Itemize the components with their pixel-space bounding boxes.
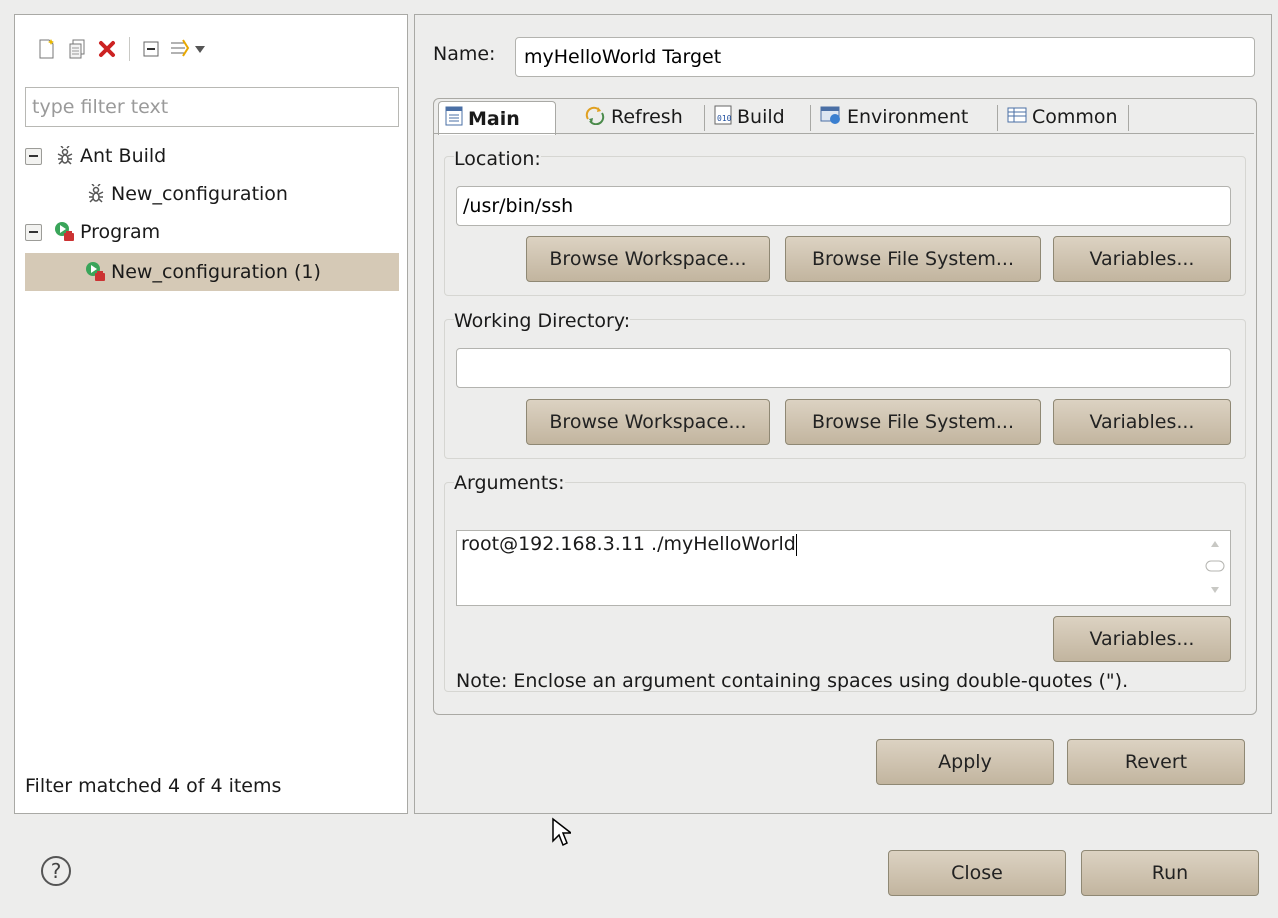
tree-node-ant-new-configuration[interactable]: New_configuration [25,175,399,213]
tree-node-program[interactable]: Program [25,213,399,251]
build-icon: 010 [714,105,732,130]
apply-button[interactable]: Apply [876,739,1054,785]
toolbar-separator [129,37,130,61]
new-configuration-icon[interactable] [35,37,59,61]
location-variables-button[interactable]: Variables... [1053,236,1231,282]
working-directory-input[interactable] [456,348,1231,388]
tree-label: New_configuration (1) [111,261,321,283]
location-browse-workspace-button[interactable]: Browse Workspace... [526,236,770,282]
working-directory-browse-workspace-button[interactable]: Browse Workspace... [526,399,770,445]
tab-folder: Main Refresh 010 Build Environment Commo… [433,98,1257,715]
configuration-list-panel: Ant Build New_configuration Program New_… [14,14,408,814]
location-input[interactable] [456,186,1231,226]
svg-text:010: 010 [717,114,732,123]
name-label: Name: [433,43,496,65]
tab-environment[interactable]: Environment [814,101,974,133]
filter-icon[interactable] [169,37,193,61]
filter-status-text: Filter matched 4 of 4 items [25,775,282,797]
arguments-text: root@192.168.3.11 ./myHelloWorld [461,533,796,555]
text-cursor [795,533,797,556]
program-icon [83,260,109,284]
main-tab-icon [445,106,463,131]
working-directory-browse-file-system-button[interactable]: Browse File System... [785,399,1041,445]
delete-icon[interactable] [95,37,119,61]
tab-build[interactable]: 010 Build [708,101,791,133]
tab-separator [704,105,705,131]
location-browse-file-system-button[interactable]: Browse File System... [785,236,1041,282]
collapse-toggle[interactable] [25,223,42,241]
tree-node-ant-build[interactable]: Ant Build [25,137,399,175]
arguments-textarea[interactable]: root@192.168.3.11 ./myHelloWorld [456,530,1231,606]
tab-refresh[interactable]: Refresh [578,101,689,133]
tree-node-program-new-configuration-1[interactable]: New_configuration (1) [25,253,399,291]
ant-icon [83,182,109,206]
tab-separator [810,105,811,131]
arguments-note: Note: Enclose an argument containing spa… [456,670,1129,692]
working-directory-variables-button[interactable]: Variables... [1053,399,1231,445]
tab-main[interactable]: Main [438,101,556,135]
tree-label: Ant Build [80,145,167,167]
close-button[interactable]: Close [888,850,1066,896]
tree-label: New_configuration [111,183,288,205]
configuration-editor-panel: Name: Main Refresh 010 Build [414,14,1272,814]
dropdown-arrow-icon[interactable] [193,37,207,61]
arguments-scrollbar[interactable] [1200,531,1230,605]
tab-separator [1128,105,1129,131]
collapse-toggle[interactable] [25,147,42,165]
tab-common[interactable]: Common [1001,101,1124,133]
refresh-icon [584,105,606,130]
arguments-group-title: Arguments: [454,472,565,494]
environment-icon [820,105,842,130]
arguments-variables-button[interactable]: Variables... [1053,616,1231,662]
common-icon [1007,106,1027,129]
working-directory-group-title: Working Directory: [454,310,631,332]
ant-icon [52,144,78,168]
run-button[interactable]: Run [1081,850,1259,896]
name-input[interactable] [515,37,1255,77]
help-icon[interactable]: ? [41,856,71,886]
collapse-all-icon[interactable] [139,37,163,61]
tree-label: Program [80,221,161,243]
location-group-title: Location: [454,148,541,170]
mouse-cursor-icon [551,817,574,852]
duplicate-icon[interactable] [65,37,89,61]
revert-button[interactable]: Revert [1067,739,1245,785]
program-icon [52,220,78,244]
filter-input[interactable] [25,87,399,127]
tab-main-content: Location: Browse Workspace... Browse Fil… [434,133,1254,713]
tab-separator [997,105,998,131]
